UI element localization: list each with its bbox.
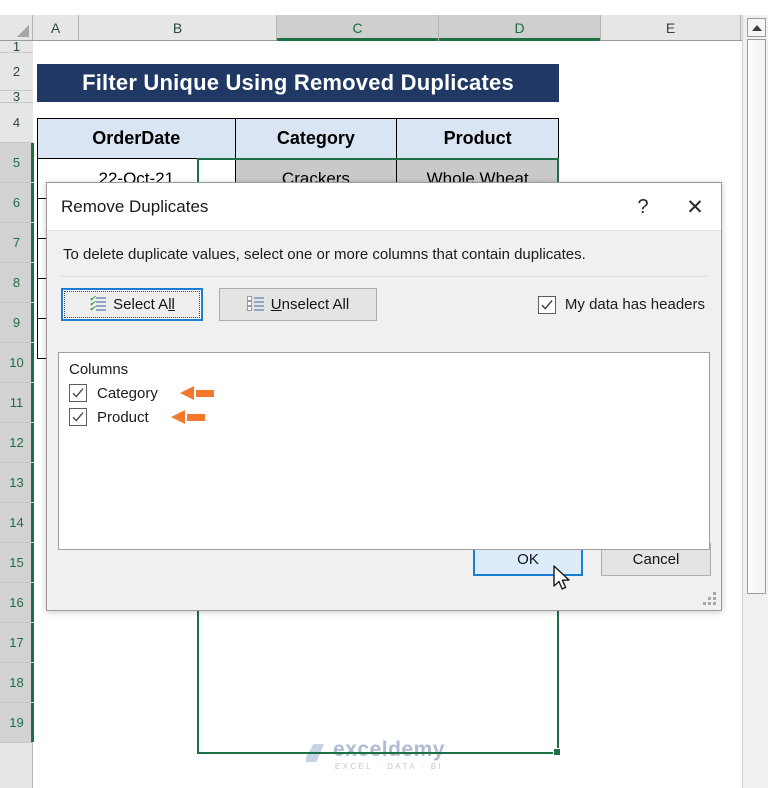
column-header-c[interactable]: C: [277, 15, 439, 41]
row-header-6[interactable]: 6: [0, 183, 34, 223]
row-header-3[interactable]: 3: [0, 89, 33, 104]
row-header-4[interactable]: 4: [0, 103, 33, 143]
column-item-label: Category: [97, 384, 158, 402]
dialog-title: Remove Duplicates: [61, 196, 209, 216]
row-header-15[interactable]: 15: [0, 543, 34, 583]
vertical-scroll-thumb[interactable]: [747, 39, 766, 594]
close-icon[interactable]: ✕: [669, 183, 721, 231]
column-item-label: Product: [97, 408, 149, 426]
range-fill-handle[interactable]: [553, 748, 561, 756]
row-headers: 1 2 3 4 5 6 7 8 9 10 11 12 13 14 15 16 1…: [0, 39, 34, 788]
row-header-14[interactable]: 14: [0, 503, 34, 543]
column-headers: A B C D E: [0, 15, 742, 41]
row-header-13[interactable]: 13: [0, 463, 34, 503]
my-data-has-headers-checkbox[interactable]: My data has headers: [537, 295, 705, 314]
checkbox-checked-icon[interactable]: [69, 384, 87, 402]
row-header-7[interactable]: 7: [0, 223, 34, 263]
annotation-arrow-icon: [179, 385, 214, 401]
checkbox-checked-icon: [537, 295, 556, 314]
dialog-title-buttons: ? ✕: [617, 183, 721, 231]
column-header-b[interactable]: B: [79, 15, 277, 40]
select-all-button[interactable]: ✔ ✔ ✔ Select All: [61, 288, 203, 321]
column-item-product[interactable]: Product: [59, 405, 709, 429]
column-header-orderdate: OrderDate: [37, 118, 236, 159]
row-header-10[interactable]: 10: [0, 343, 34, 383]
row-header-9[interactable]: 9: [0, 303, 34, 343]
dialog-instruction: To delete duplicate values, select one o…: [63, 246, 586, 263]
unselect-all-list-icon: [246, 296, 264, 313]
scroll-up-button[interactable]: [747, 18, 766, 37]
checkbox-checked-icon[interactable]: [69, 408, 87, 426]
vertical-scrollbar[interactable]: [742, 15, 768, 788]
row-header-16[interactable]: 16: [0, 583, 34, 623]
column-header-a[interactable]: A: [33, 15, 79, 40]
select-all-list-icon: ✔ ✔ ✔: [89, 295, 107, 313]
row-header-2[interactable]: 2: [0, 53, 33, 91]
column-item-category[interactable]: Category: [59, 381, 709, 405]
dialog-title-bar[interactable]: Remove Duplicates ? ✕: [47, 183, 721, 231]
columns-list-label: Columns: [69, 361, 129, 378]
table-header-row: OrderDate Category Product: [37, 118, 559, 159]
help-button[interactable]: ?: [617, 183, 669, 231]
select-all-label: Select All: [113, 296, 175, 313]
my-data-has-headers-label: My data has headers: [564, 296, 705, 313]
unselect-all-label: Unselect All: [270, 296, 350, 313]
column-header-product: Product: [396, 118, 559, 159]
columns-list-box[interactable]: Columns Category Product: [58, 352, 710, 550]
column-header-category: Category: [234, 118, 398, 159]
row-header-12[interactable]: 12: [0, 423, 34, 463]
dialog-body: To delete duplicate values, select one o…: [47, 231, 721, 332]
column-header-e[interactable]: E: [601, 15, 741, 40]
sheet-banner-title: Filter Unique Using Removed Duplicates: [37, 64, 559, 102]
row-header-8[interactable]: 8: [0, 263, 34, 303]
excel-window: Filter Unique Using Removed Duplicates O…: [0, 0, 768, 788]
row-header-19[interactable]: 19: [0, 703, 34, 743]
row-header-18[interactable]: 18: [0, 663, 34, 703]
row-header-11[interactable]: 11: [0, 383, 34, 423]
row-header-1[interactable]: 1: [0, 39, 33, 54]
column-header-d[interactable]: D: [439, 15, 601, 41]
triangle-up-icon: [751, 24, 762, 31]
row-header-17[interactable]: 17: [0, 623, 34, 663]
dialog-toolbar-row: ✔ ✔ ✔ Select All Unselect All My data ha…: [61, 276, 707, 332]
row-header-5[interactable]: 5: [0, 143, 34, 183]
unselect-all-button[interactable]: Unselect All: [219, 288, 377, 321]
select-all-sheet-corner[interactable]: [0, 15, 33, 40]
annotation-arrow-icon: [170, 409, 205, 425]
resize-grip-icon[interactable]: [703, 592, 716, 605]
